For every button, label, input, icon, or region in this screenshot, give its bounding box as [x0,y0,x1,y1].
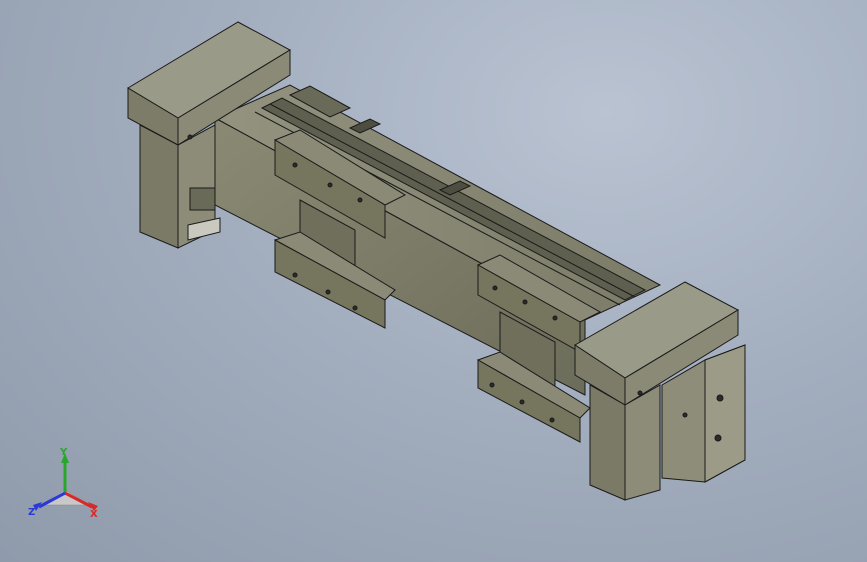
triad-z-label: Z [28,507,35,518]
triad-x-label: X [90,509,98,520]
linear-actuator-model[interactable] [0,0,867,562]
graphics-viewport[interactable]: Y X Z [0,0,867,562]
triad-y-label: Y [59,447,68,458]
orientation-triad[interactable]: Y X Z [20,445,110,525]
